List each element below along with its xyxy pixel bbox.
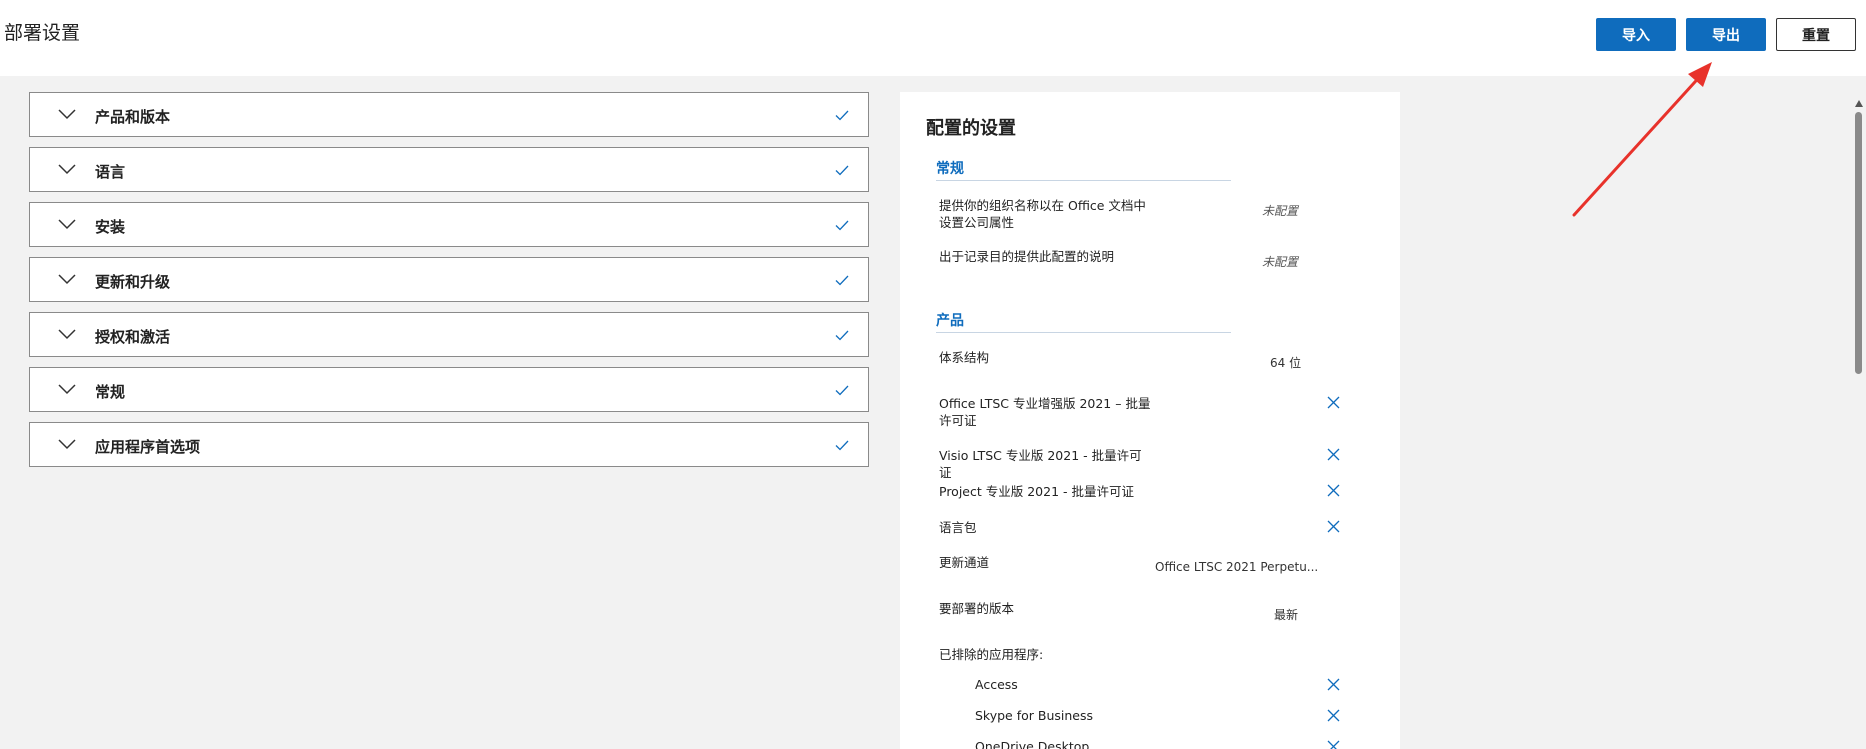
close-icon[interactable] bbox=[1327, 740, 1340, 749]
export-button[interactable]: 导出 bbox=[1686, 18, 1766, 51]
organization-name-label: 提供你的组织名称以在 Office 文档中设置公司属性 bbox=[939, 198, 1146, 230]
import-button[interactable]: 导入 bbox=[1596, 18, 1676, 51]
accordion-general[interactable]: 常规 bbox=[29, 367, 869, 412]
close-icon[interactable] bbox=[1327, 520, 1340, 533]
excluded-app-access: Access bbox=[975, 677, 1018, 692]
config-description-label: 出于记录目的提供此配置的说明 bbox=[939, 249, 1115, 264]
close-icon[interactable] bbox=[1327, 709, 1340, 722]
section-header-product: 产品 bbox=[936, 310, 1231, 333]
reset-button[interactable]: 重置 bbox=[1776, 18, 1856, 51]
chevron-down-icon bbox=[58, 109, 76, 120]
top-bar: 部署设置 导入 导出 重置 bbox=[0, 0, 1866, 76]
checkmark-icon bbox=[835, 110, 849, 121]
architecture-label: 体系结构 bbox=[939, 350, 990, 365]
checkmark-icon bbox=[835, 275, 849, 286]
product-item-project: Project 专业版 2021 - 批量许可证 bbox=[939, 484, 1134, 499]
checkmark-icon bbox=[835, 220, 849, 231]
update-channel-label: 更新通道 bbox=[939, 555, 990, 570]
accordion-label: 应用程序首选项 bbox=[95, 438, 201, 456]
section-header-general: 常规 bbox=[936, 158, 1231, 181]
settings-accordion: 产品和版本 语言 安装 更新和升级 授权和激活 常规 应用程序首选项 bbox=[29, 92, 869, 477]
scroll-up-arrow-icon[interactable] bbox=[1855, 100, 1863, 107]
accordion-label: 产品和版本 bbox=[95, 108, 171, 126]
chevron-down-icon bbox=[58, 329, 76, 340]
product-item-office: Office LTSC 专业增强版 2021 – 批量许可证 bbox=[939, 396, 1151, 428]
accordion-app-preferences[interactable]: 应用程序首选项 bbox=[29, 422, 869, 467]
chevron-down-icon bbox=[58, 439, 76, 450]
close-icon[interactable] bbox=[1327, 678, 1340, 691]
checkmark-icon bbox=[835, 440, 849, 451]
close-icon[interactable] bbox=[1327, 484, 1340, 497]
chevron-down-icon bbox=[58, 274, 76, 285]
excluded-app-skype: Skype for Business bbox=[975, 708, 1094, 723]
chevron-down-icon bbox=[58, 384, 76, 395]
configured-settings-panel: 配置的设置 常规 提供你的组织名称以在 Office 文档中设置公司属性 未配置… bbox=[900, 92, 1400, 749]
checkmark-icon bbox=[835, 385, 849, 396]
version-value: 最新 bbox=[1274, 608, 1299, 622]
version-label: 要部署的版本 bbox=[939, 601, 1015, 616]
update-channel-value: Office LTSC 2021 Perpetu... bbox=[1155, 560, 1319, 574]
chevron-down-icon bbox=[58, 164, 76, 175]
accordion-label: 安装 bbox=[95, 218, 126, 236]
checkmark-icon bbox=[835, 330, 849, 341]
accordion-language[interactable]: 语言 bbox=[29, 147, 869, 192]
product-item-language-pack: 语言包 bbox=[939, 520, 977, 535]
architecture-value: 64 位 bbox=[1270, 356, 1302, 370]
accordion-label: 更新和升级 bbox=[95, 273, 171, 291]
accordion-label: 常规 bbox=[95, 383, 126, 401]
accordion-label: 语言 bbox=[95, 163, 126, 181]
checkmark-icon bbox=[835, 165, 849, 176]
accordion-label: 授权和激活 bbox=[95, 328, 171, 346]
accordion-products-and-versions[interactable]: 产品和版本 bbox=[29, 92, 869, 137]
config-description-value: 未配置 bbox=[1262, 255, 1299, 269]
excluded-apps-label: 已排除的应用程序: bbox=[939, 647, 1044, 662]
close-icon[interactable] bbox=[1327, 396, 1340, 409]
accordion-licensing-and-activation[interactable]: 授权和激活 bbox=[29, 312, 869, 357]
accordion-installation[interactable]: 安装 bbox=[29, 202, 869, 247]
accordion-updates-and-upgrades[interactable]: 更新和升级 bbox=[29, 257, 869, 302]
page-title: 部署设置 bbox=[4, 22, 81, 44]
summary-title: 配置的设置 bbox=[926, 118, 1016, 139]
product-item-visio: Visio LTSC 专业版 2021 - 批量许可证 bbox=[939, 448, 1142, 480]
vertical-scrollbar[interactable] bbox=[1852, 76, 1866, 749]
excluded-app-onedrive: OneDrive Desktop bbox=[975, 739, 1090, 749]
organization-name-value: 未配置 bbox=[1262, 204, 1299, 218]
chevron-down-icon bbox=[58, 219, 76, 230]
scrollbar-thumb[interactable] bbox=[1855, 112, 1862, 374]
close-icon[interactable] bbox=[1327, 448, 1340, 461]
